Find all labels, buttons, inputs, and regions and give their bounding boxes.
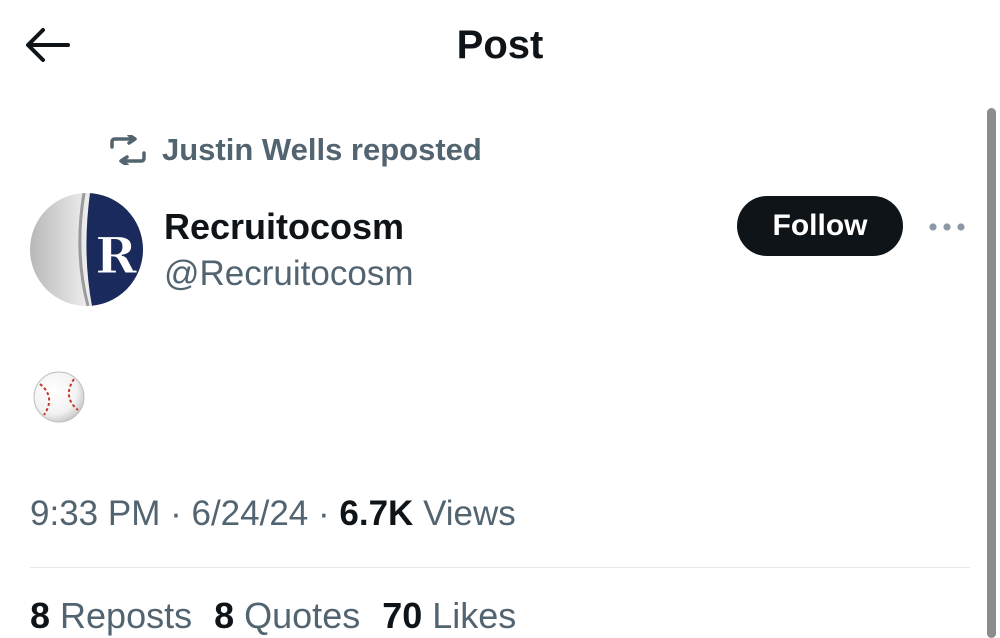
repost-icon: [110, 135, 146, 165]
engagement-stats: 8 Reposts 8 Quotes 70 Likes: [30, 594, 516, 638]
likes-stat[interactable]: 70 Likes: [382, 594, 516, 638]
post-meta: 9:33 PM · 6/24/24 · 6.7K Views: [30, 492, 516, 536]
views-label: Views: [423, 494, 516, 533]
reposts-stat[interactable]: 8 Reposts: [30, 594, 192, 638]
avatar-letter: R: [95, 226, 137, 285]
author-name[interactable]: Recruitocosm: [164, 205, 404, 249]
more-options-button[interactable]: [924, 212, 970, 242]
baseball-emoji: [32, 370, 86, 424]
scrollbar[interactable]: [987, 108, 996, 638]
page-title: Post: [456, 23, 544, 67]
repost-text[interactable]: Justin Wells reposted: [162, 132, 482, 168]
follow-button[interactable]: Follow: [737, 196, 903, 256]
post-date[interactable]: 6/24/24: [191, 494, 308, 533]
repost-indicator: Justin Wells reposted: [108, 132, 482, 168]
meta-separator: ·: [318, 494, 330, 533]
author-handle[interactable]: @Recruitocosm: [164, 252, 413, 296]
quotes-stat[interactable]: 8 Quotes: [214, 594, 360, 638]
views-count: 6.7K: [339, 494, 414, 533]
avatar[interactable]: R: [30, 193, 143, 306]
more-horizontal-icon: [929, 223, 965, 231]
post-time[interactable]: 9:33 PM: [30, 494, 160, 533]
divider: [30, 567, 970, 568]
meta-separator: ·: [170, 494, 182, 533]
